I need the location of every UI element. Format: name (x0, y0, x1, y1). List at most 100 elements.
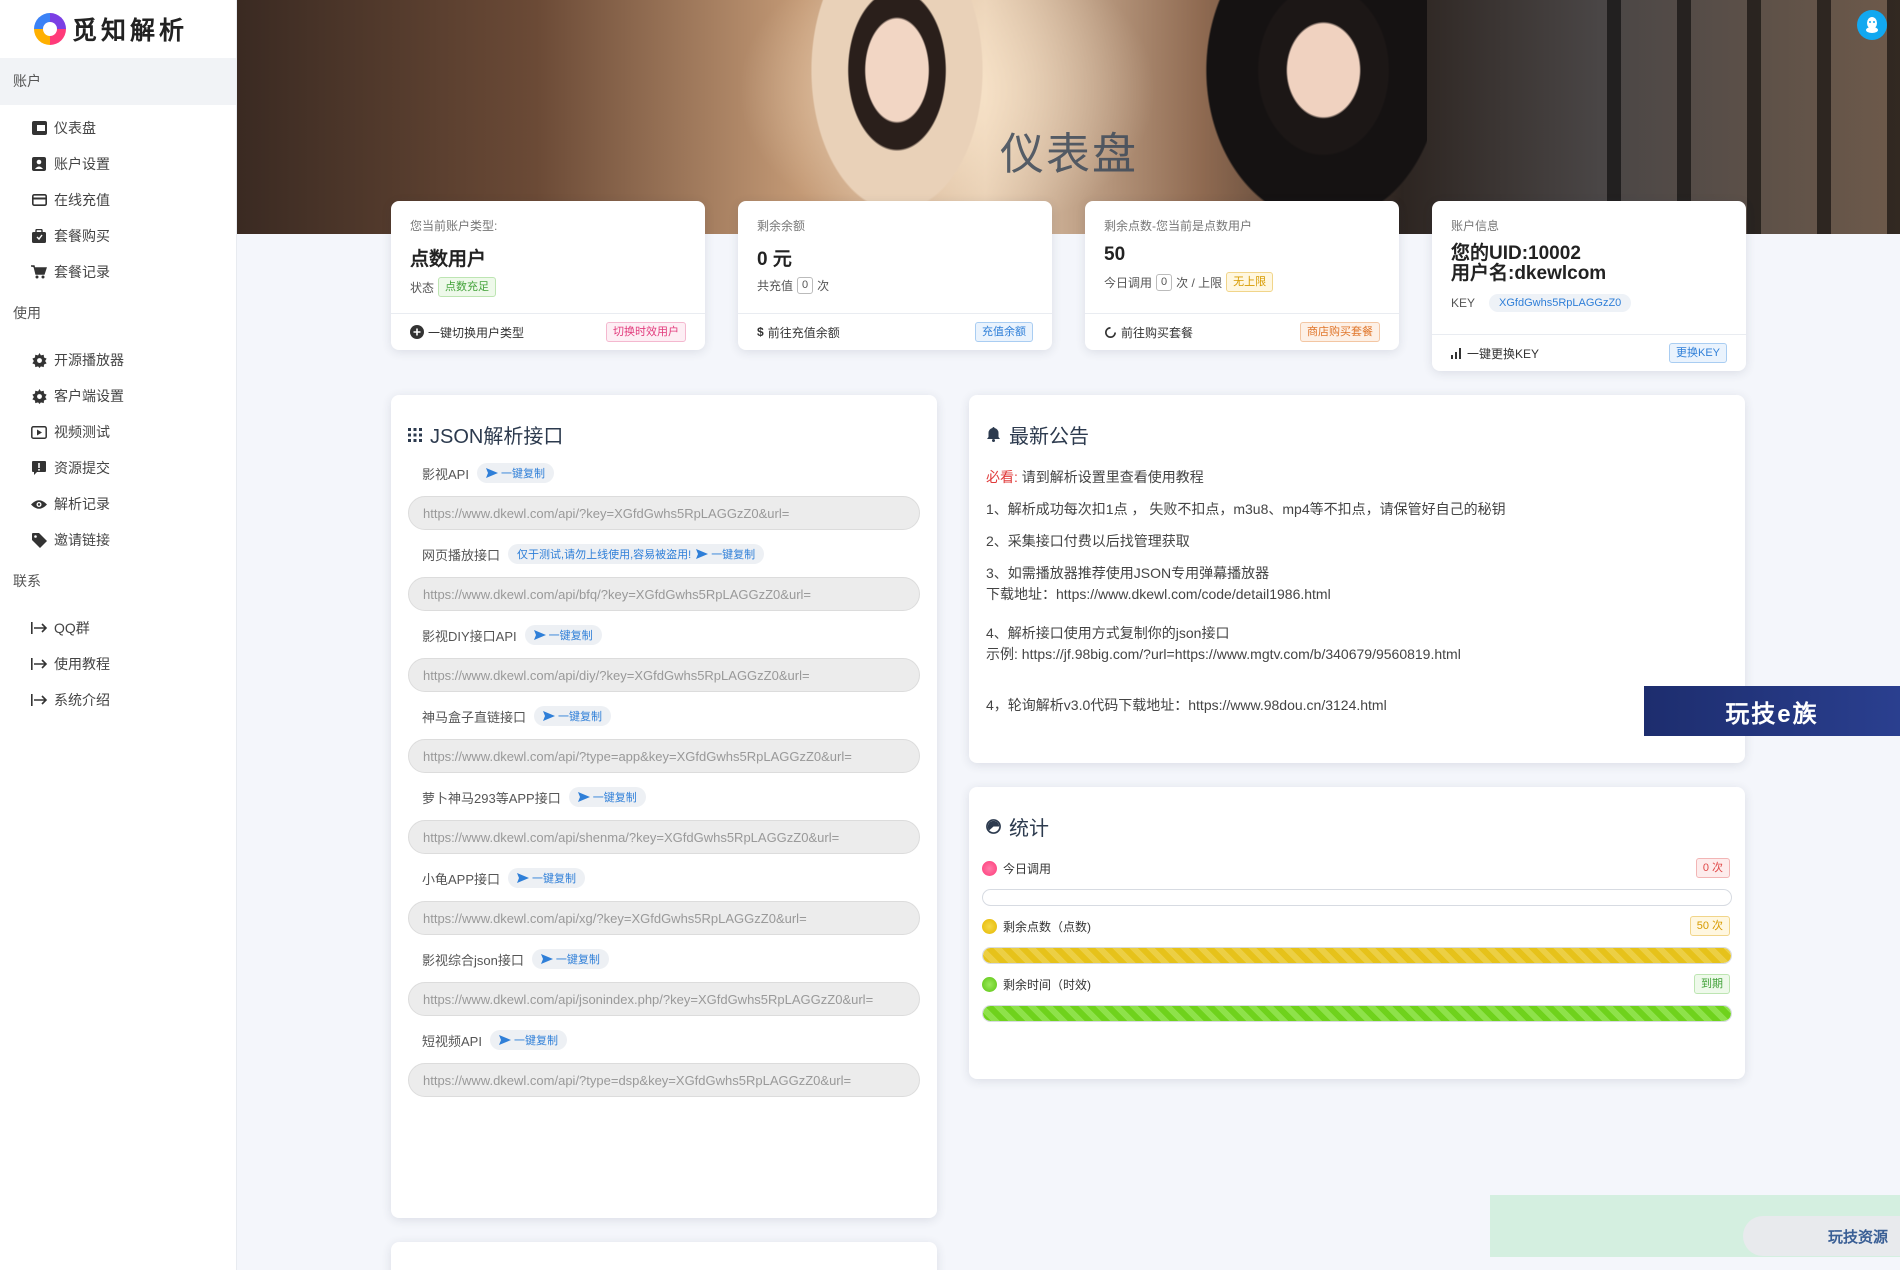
sidebar-item-package-records[interactable]: 套餐记录 (0, 254, 236, 290)
sidebar-item-label: 系统介绍 (54, 692, 110, 708)
copy-button[interactable]: 一键复制 (476, 463, 554, 483)
copy-button[interactable]: 一键复制 (524, 625, 602, 645)
api-url-field[interactable]: https://www.dkewl.com/api/?type=dsp&key=… (408, 1063, 920, 1097)
account-type-card: 您当前账户类型: 点数用户 状态 点数充足 一键切换用户类型 切换时效用户 (391, 201, 705, 350)
send-icon (696, 549, 709, 559)
sidebar-item-label: 解析记录 (54, 496, 110, 512)
json-api-card: JSON解析接口 影视API 一键复制 https://www.dkewl.co… (391, 395, 937, 1218)
status-dot (982, 860, 997, 876)
sidebar-item-tutorial[interactable]: 使用教程 (0, 646, 236, 682)
sidebar-item-label: QQ群 (54, 620, 90, 636)
copy-button[interactable]: 仅于测试,请勿上线使用,容易被盗用! 一键复制 (508, 544, 765, 564)
sidebar-item-qq-group[interactable]: QQ群 (0, 610, 236, 646)
stat-label: 今日调用 (1003, 861, 1052, 876)
stat-badge: 到期 (1694, 974, 1730, 994)
notice-link[interactable]: 下载地址：https://www.dkewl.com/code/detail19… (986, 586, 1331, 602)
sidebar-item-system-intro[interactable]: 系统介绍 (0, 682, 236, 718)
stat-row-today: 今日调用 0 次 (982, 857, 1732, 879)
sidebar-item-video-test[interactable]: 视频测试 (0, 414, 236, 450)
sidebar-item-recharge[interactable]: 在线充值 (0, 182, 236, 218)
sidebar-item-label: 套餐记录 (54, 264, 110, 280)
arrow-right-icon (30, 691, 48, 709)
api-url-field[interactable]: https://www.dkewl.com/api/jsonindex.php/… (408, 982, 920, 1016)
sidebar-item-invite-link[interactable]: 邀请链接 (0, 522, 236, 558)
api-url-field[interactable]: https://www.dkewl.com/api/diy/?key=XGfdG… (408, 658, 920, 692)
send-icon (540, 954, 553, 964)
api-url-field[interactable]: https://www.dkewl.com/api/?type=app&key=… (408, 739, 920, 773)
sidebar-item-label: 账户设置 (54, 156, 110, 172)
status-dot (982, 918, 997, 934)
arrow-right-icon (30, 619, 48, 637)
notice-card: 最新公告 必看: 请到解析设置里查看使用教程 1、解析成功每次扣1点 ， 失败不… (969, 395, 1745, 763)
points-value: 50 (1104, 244, 1126, 265)
pie-chart-icon (986, 819, 1001, 834)
sidebar-item-parse-records[interactable]: 解析记录 (0, 486, 236, 522)
nav-section-account: 账户 (0, 58, 236, 105)
api-item: 影视DIY接口API 一键复制 https://www.dkewl.com/ap… (408, 625, 920, 692)
api-url-field[interactable]: https://www.dkewl.com/api/bfq/?key=XGfdG… (408, 577, 920, 611)
sidebar-item-account-settings[interactable]: 账户设置 (0, 146, 236, 182)
copy-label: 一键复制 (592, 792, 637, 804)
status-badge: 点数充足 (438, 277, 497, 297)
logo-icon (34, 13, 66, 45)
api-url-field[interactable]: https://www.dkewl.com/api/?key=XGfdGwhs5… (408, 496, 920, 530)
change-key-button[interactable]: 更换KEY (1668, 343, 1727, 363)
copy-button[interactable]: 一键复制 (489, 1030, 567, 1050)
gear-icon (30, 387, 48, 405)
api-item: 神马盒子直链接口 一键复制 https://www.dkewl.com/api/… (408, 706, 920, 773)
api-item: 小龟APP接口 一键复制 https://www.dkewl.com/api/x… (408, 868, 920, 935)
card-label: 剩余点数-您当前是点数用户 (1104, 219, 1252, 233)
status-label: 状态 (410, 280, 435, 295)
api-name: 短视频API (422, 1033, 482, 1049)
card-label: 剩余余额 (757, 219, 806, 233)
api-item: 影视综合json接口 一键复制 https://www.dkewl.com/ap… (408, 949, 920, 1016)
status-dot (982, 976, 997, 992)
copy-label: 一键复制 (500, 468, 545, 480)
balance-card: 剩余余额 0 元 共充值 0 次 $ 前往充值余额 充值余额 (738, 201, 1052, 350)
stat-badge: 50 次 (1689, 916, 1730, 936)
logo[interactable]: 觅知解析 (0, 0, 236, 58)
copy-label: 一键复制 (532, 873, 577, 885)
refresh-icon (1105, 326, 1116, 338)
notice-link[interactable]: 示例: https://jf.98big.com/?url=https://ww… (986, 646, 1461, 662)
sidebar-item-resource-submit[interactable]: 资源提交 (0, 450, 236, 486)
balance-value: 0 元 (757, 249, 792, 270)
notice-line: 4、解析接口使用方式复制你的json接口 (986, 625, 1230, 641)
account-type-value: 点数用户 (410, 249, 487, 270)
api-name: 影视DIY接口API (422, 628, 517, 644)
sidebar-item-open-player[interactable]: 开源播放器 (0, 342, 236, 378)
copy-button[interactable]: 一键复制 (534, 706, 612, 726)
header-banner: 仪表盘 (237, 0, 1900, 234)
sidebar-item-client-settings[interactable]: 客户端设置 (0, 378, 236, 414)
copy-button[interactable]: 一键复制 (531, 949, 609, 969)
arrow-right-icon (30, 655, 48, 673)
sidebar-item-label: 套餐购买 (54, 228, 110, 244)
copy-button[interactable]: 一键复制 (568, 787, 646, 807)
recharge-balance-button[interactable]: 充值余额 (975, 322, 1033, 342)
dollar-icon: $ (757, 325, 764, 339)
shop-buy-package-button[interactable]: 商店购买套餐 (1300, 322, 1380, 342)
api-url-field[interactable]: https://www.dkewl.com/api/shenma/?key=XG… (408, 820, 920, 854)
recharge-count-prefix: 共充值 (757, 279, 794, 293)
tag-icon (30, 531, 48, 549)
sidebar-item-buy-package[interactable]: 套餐购买 (0, 218, 236, 254)
uid-value: 您的UID:10002 (1451, 243, 1581, 264)
api-name: 萝卜神马293等APP接口 (422, 790, 561, 806)
api-key-value[interactable]: XGfdGwhs5RpLAGGzZ0 (1489, 294, 1632, 312)
copy-button[interactable]: 一键复制 (508, 868, 586, 888)
progress-bar-time (982, 1005, 1732, 1022)
switch-timed-user-button[interactable]: 切换时效用户 (606, 322, 686, 342)
api-item: 萝卜神马293等APP接口 一键复制 https://www.dkewl.com… (408, 787, 920, 854)
api-url-field[interactable]: https://www.dkewl.com/api/xg/?key=XGfdGw… (408, 901, 920, 935)
grid-icon (408, 427, 422, 442)
change-key-label: 一键更换KEY (1467, 346, 1540, 361)
sidebar-item-dashboard[interactable]: 仪表盘 (0, 110, 236, 146)
banner-photo (797, 0, 997, 234)
qq-icon (1866, 17, 1878, 33)
qq-contact-button[interactable] (1857, 10, 1887, 40)
notice-line: 3、如需播放器推荐使用JSON专用弹幕播放器 (986, 565, 1270, 581)
card-title: JSON解析接口 (430, 426, 564, 448)
api-name: 神马盒子直链接口 (422, 709, 527, 725)
stat-row-time: 剩余时间（时效) 到期 (982, 973, 1732, 995)
sidebar-item-label: 仪表盘 (54, 120, 96, 136)
